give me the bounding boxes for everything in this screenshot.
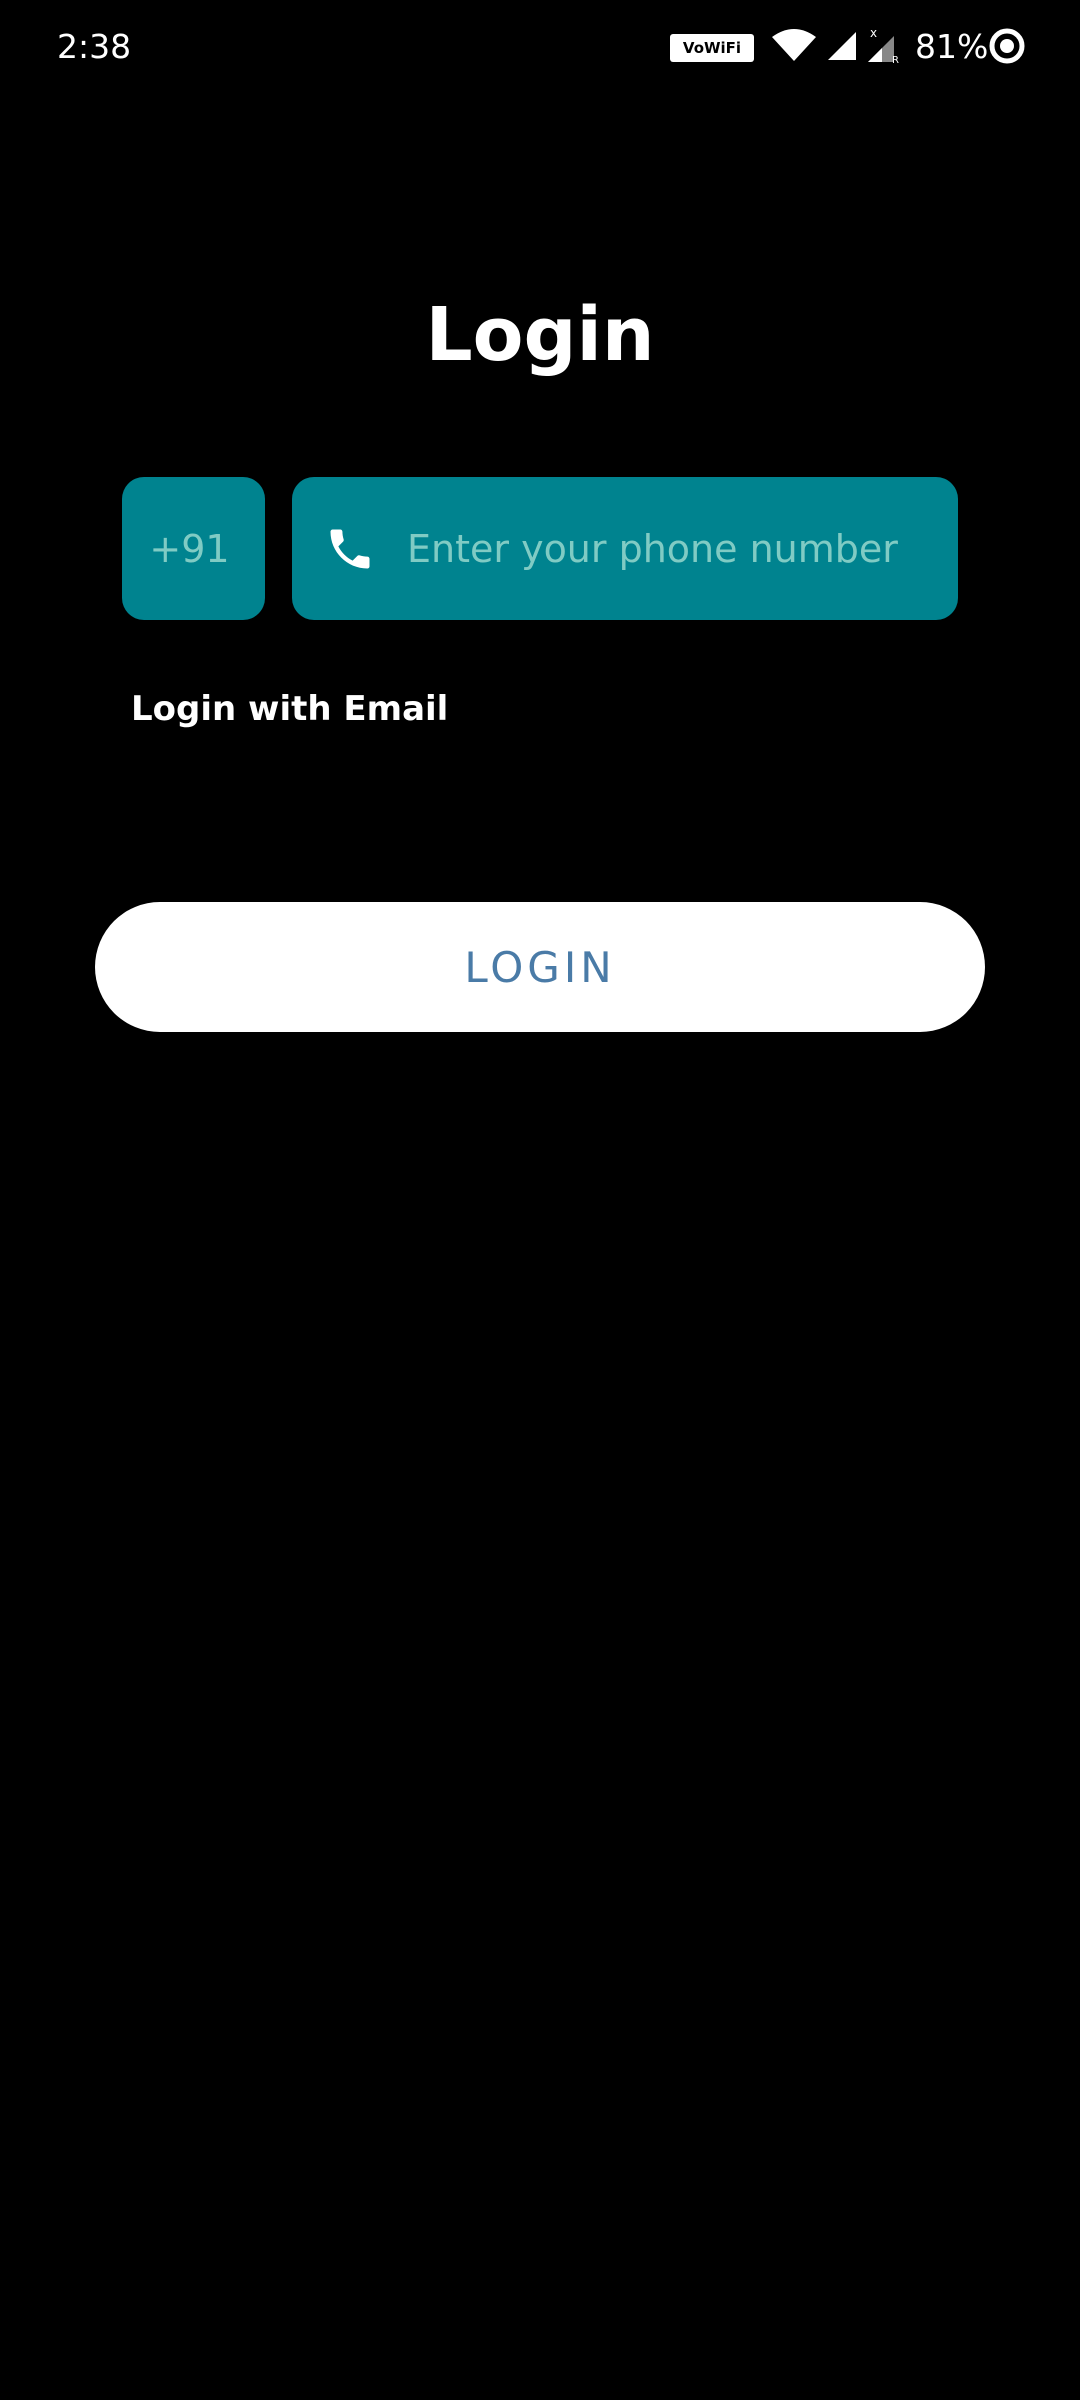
- signal-icon: [828, 32, 856, 60]
- svg-text:R: R: [892, 55, 899, 64]
- wifi-icon: [772, 29, 816, 61]
- phone-icon: [330, 529, 370, 568]
- status-time: 2:38: [57, 27, 132, 66]
- country-code-label: +91: [149, 526, 230, 571]
- status-bar: 2:38 VoWiFi x R 81%: [0, 0, 1080, 96]
- signal-no-service-icon: x R: [868, 26, 899, 64]
- page-title: Login: [425, 292, 655, 378]
- login-screen: 2:38 VoWiFi x R 81% Login +91 Enter your…: [0, 0, 1080, 2400]
- vowifi-label: VoWiFi: [682, 39, 742, 57]
- vowifi-badge: VoWiFi: [670, 34, 754, 62]
- battery-icon: [989, 28, 1025, 64]
- login-button[interactable]: LOGIN: [95, 902, 985, 1032]
- battery-percent: 81%: [915, 27, 989, 66]
- phone-number-input[interactable]: [407, 526, 938, 571]
- login-with-email-link[interactable]: Login with Email: [131, 688, 448, 730]
- phone-number-field[interactable]: [292, 477, 958, 620]
- country-code-selector[interactable]: +91: [122, 477, 265, 620]
- login-button-label: LOGIN: [464, 942, 616, 992]
- svg-text:x: x: [870, 26, 877, 40]
